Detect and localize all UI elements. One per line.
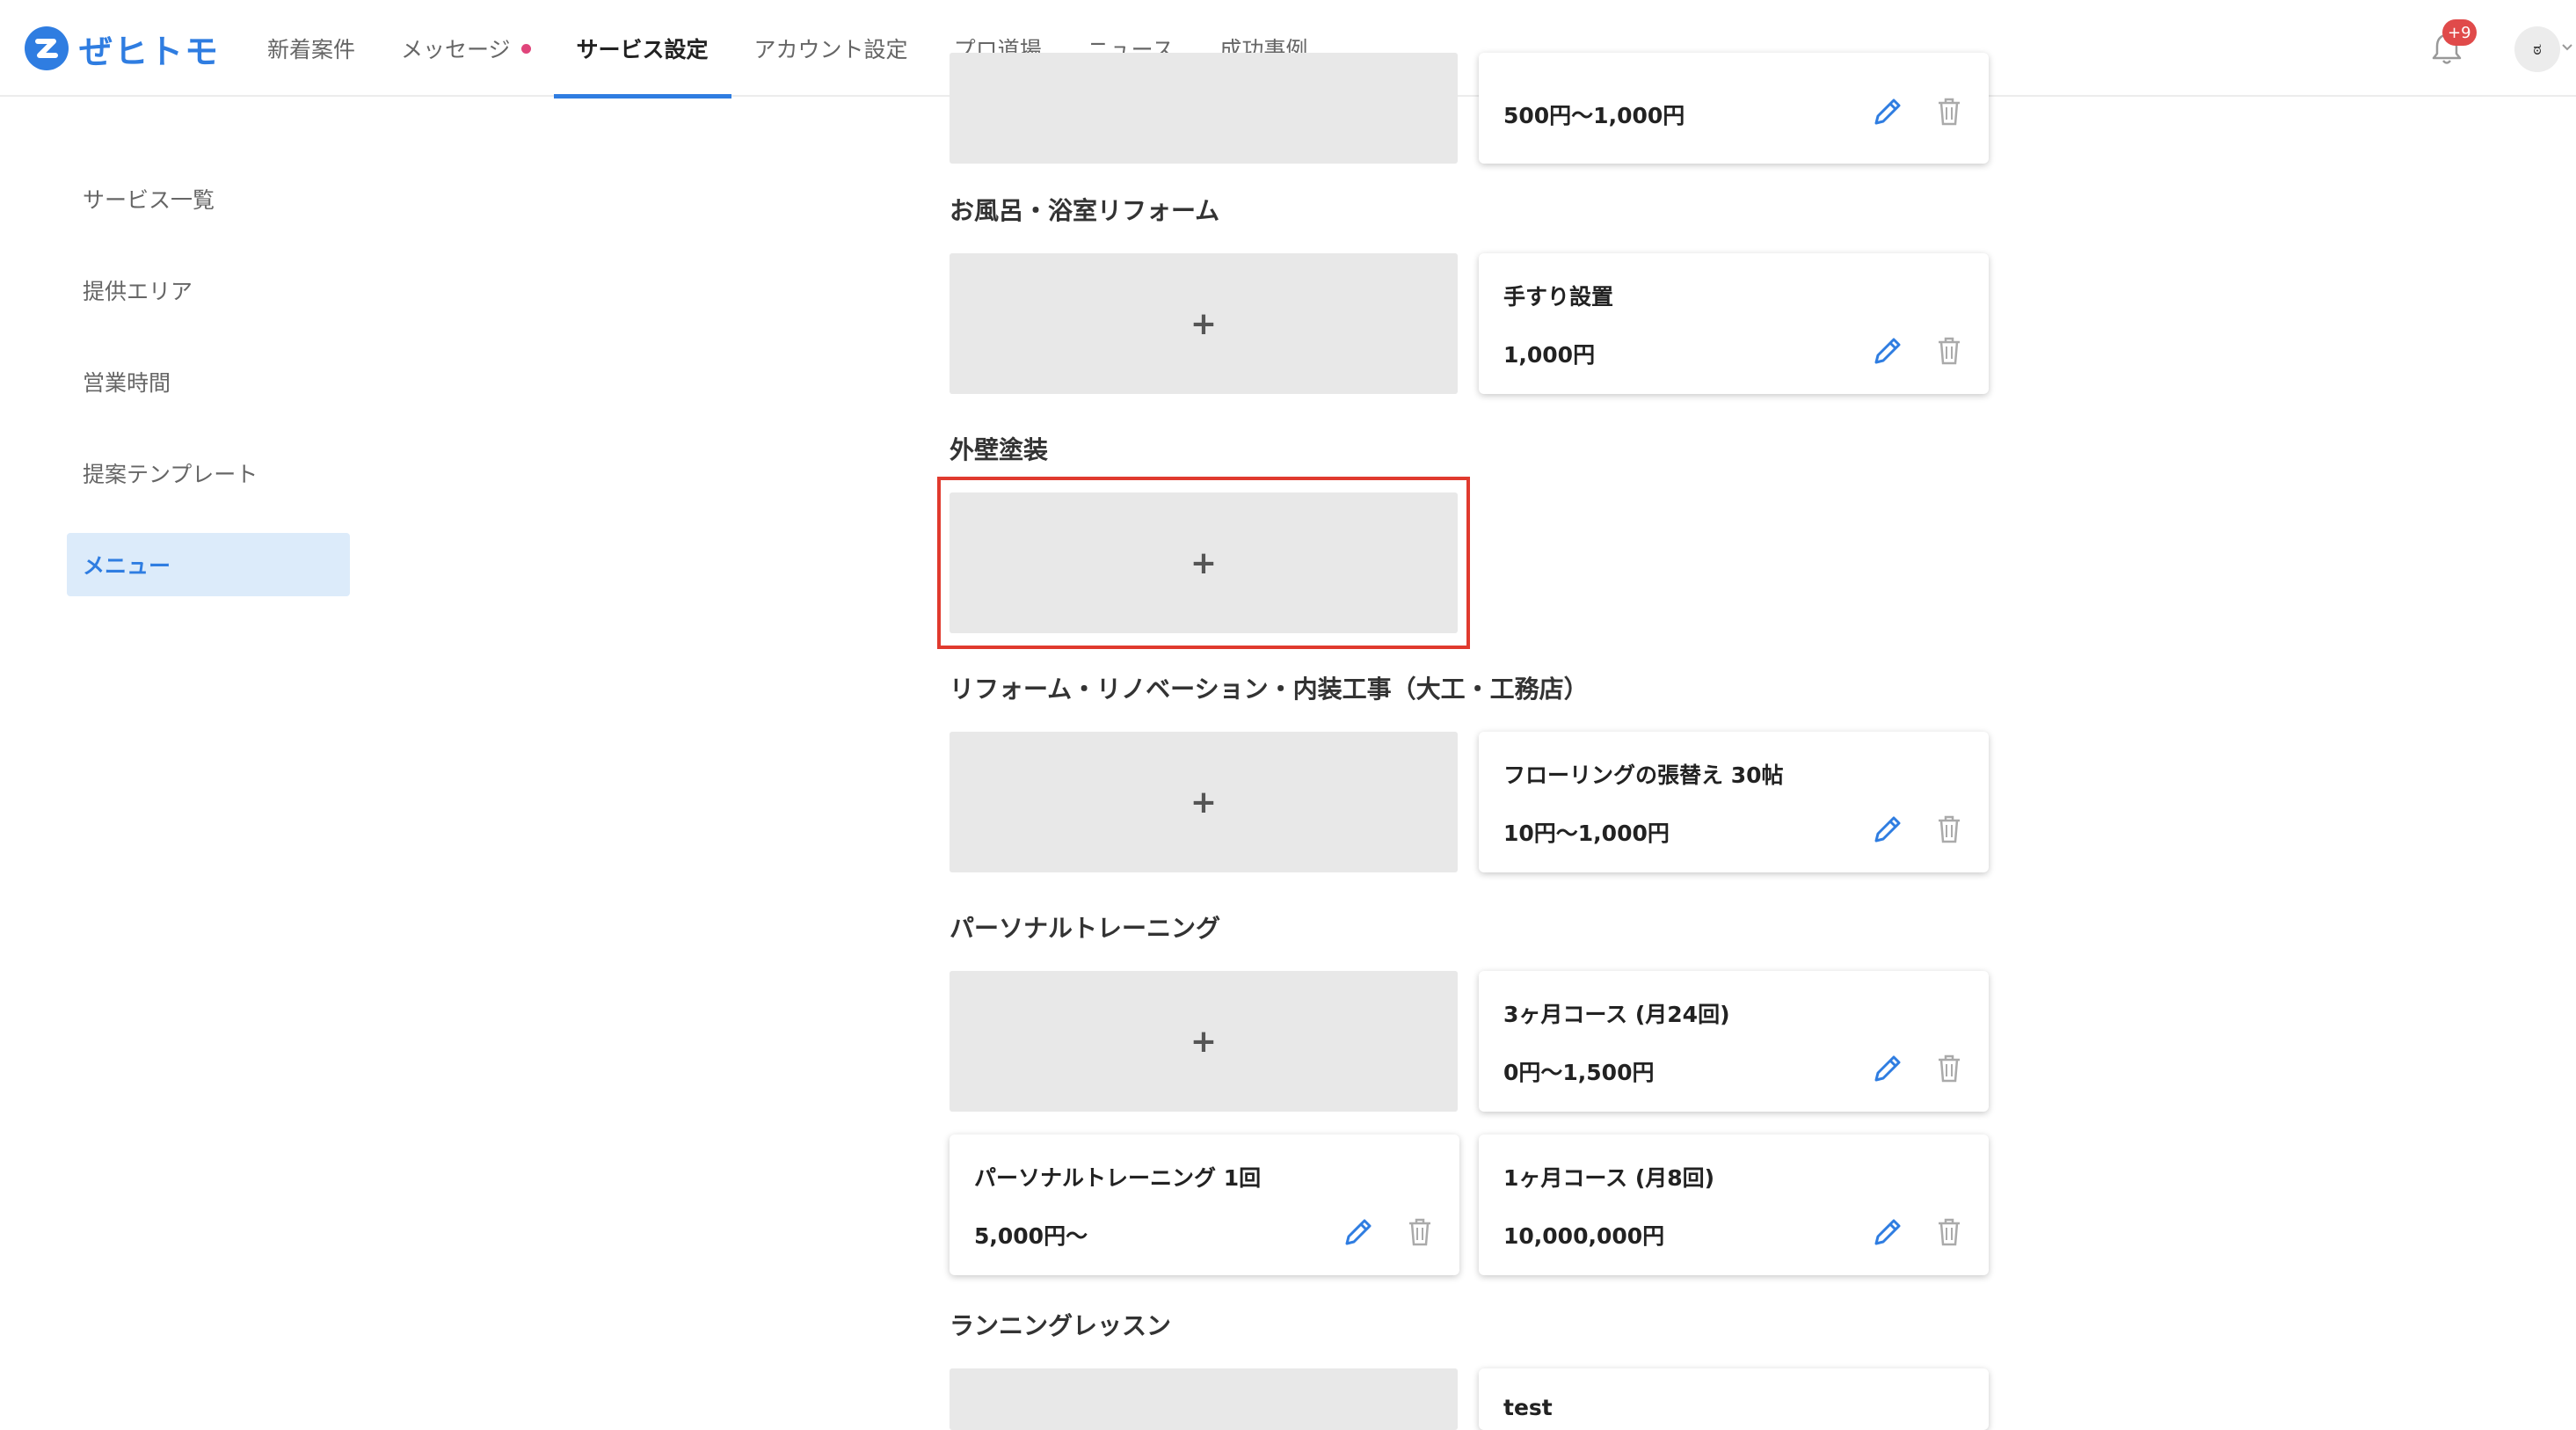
sidebar-item-proposal-templates[interactable]: 提案テンプレート	[67, 441, 350, 505]
section-title: お風呂・浴室リフォーム	[950, 196, 1220, 225]
chevron-down-icon[interactable]	[2560, 40, 2574, 55]
plus-icon: +	[1190, 784, 1218, 821]
pencil-icon[interactable]	[1871, 95, 1904, 128]
menu-price: 10,000,000円	[1503, 1223, 1665, 1249]
section-title: 外壁塗装	[950, 435, 1049, 464]
trash-icon[interactable]	[1934, 1215, 1964, 1249]
logo-icon	[25, 26, 69, 70]
pencil-icon[interactable]	[1871, 1215, 1904, 1249]
menu-title: 1ヶ月コース (月8回)	[1503, 1165, 1715, 1191]
menu-card: 500円〜1,000円	[1479, 53, 1989, 164]
nav-label: 新着案件	[267, 37, 356, 62]
pencil-icon[interactable]	[1342, 1215, 1375, 1249]
sidebar-item-menu[interactable]: メニュー	[67, 533, 350, 596]
plus-icon: +	[1190, 544, 1218, 581]
add-menu-tile[interactable]: +	[950, 971, 1458, 1112]
plus-icon: +	[1190, 305, 1218, 342]
pencil-icon[interactable]	[1871, 1052, 1904, 1085]
menu-title: 3ヶ月コース (月24回)	[1503, 1002, 1730, 1027]
add-menu-tile[interactable]: +	[950, 732, 1458, 872]
menu-title: test	[1503, 1395, 1553, 1420]
nav-label: アカウント設定	[753, 37, 908, 62]
pencil-icon[interactable]	[1871, 334, 1904, 368]
menu-title: 手すり設置	[1503, 284, 1614, 310]
section-title: リフォーム・リノベーション・内装工事（大工・工務店）	[950, 675, 1589, 704]
nav-item-account-settings[interactable]: アカウント設定	[731, 0, 931, 97]
add-menu-tile[interactable]: +	[950, 492, 1458, 633]
trash-icon[interactable]	[1934, 334, 1964, 368]
nav-item-service-settings[interactable]: サービス設定	[553, 0, 731, 98]
nav-label: メッセージ	[401, 37, 511, 62]
nav-label: サービス設定	[576, 37, 709, 62]
menu-price: 5,000円〜	[974, 1223, 1088, 1249]
trash-icon[interactable]	[1934, 95, 1964, 128]
menu-card: 1ヶ月コース (月8回) 10,000,000円	[1479, 1135, 1989, 1275]
menu-card: 手すり設置 1,000円	[1479, 253, 1989, 394]
menu-price: 500円〜1,000円	[1503, 103, 1685, 128]
menu-card: パーソナルトレーニング 1回 5,000円〜	[950, 1135, 1459, 1275]
trash-icon[interactable]	[1934, 813, 1964, 846]
menu-price: 10円〜1,000円	[1503, 821, 1670, 846]
sidebar-item-label: 提供エリア	[83, 279, 193, 304]
section-title: パーソナルトレーニング	[950, 914, 1221, 943]
sidebar-item-service-list[interactable]: サービス一覧	[67, 167, 350, 230]
trash-icon[interactable]	[1934, 1052, 1964, 1085]
sidebar-item-business-hours[interactable]: 営業時間	[67, 350, 350, 413]
menu-card: フローリングの張替え 30帖 10円〜1,000円	[1479, 732, 1989, 872]
menu-title: フローリングの張替え 30帖	[1503, 762, 1784, 788]
section-title: ランニングレッスン	[950, 1311, 1172, 1340]
sidebar-item-label: 提案テンプレート	[83, 462, 258, 487]
menu-price: 1,000円	[1503, 342, 1596, 368]
unread-dot	[520, 43, 531, 54]
sidebar: サービス一覧 提供エリア 営業時間 提案テンプレート メニュー	[67, 167, 350, 624]
menu-card: test	[1479, 1368, 1989, 1430]
sidebar-item-label: サービス一覧	[83, 187, 215, 213]
trash-icon[interactable]	[1405, 1215, 1435, 1249]
sidebar-item-label: メニュー	[83, 553, 171, 579]
logo[interactable]: ぜヒトモ	[25, 18, 220, 79]
menu-price: 0円〜1,500円	[1503, 1060, 1655, 1085]
add-menu-tile[interactable]: +	[950, 253, 1458, 394]
menu-title: パーソナルトレーニング 1回	[974, 1165, 1262, 1191]
nav-item-messages[interactable]: メッセージ	[378, 0, 554, 97]
notification-badge: +9	[2442, 19, 2477, 46]
avatar[interactable]: ಠ	[2514, 26, 2560, 72]
sidebar-item-label: 営業時間	[83, 370, 171, 396]
sidebar-item-service-area[interactable]: 提供エリア	[67, 259, 350, 322]
pencil-icon[interactable]	[1871, 813, 1904, 846]
menu-card: 3ヶ月コース (月24回) 0円〜1,500円	[1479, 971, 1989, 1112]
nav-item-new-jobs[interactable]: 新着案件	[244, 0, 378, 97]
add-menu-tile[interactable]	[950, 1368, 1458, 1430]
plus-icon: +	[1190, 1023, 1218, 1060]
logo-text: ぜヒトモ	[79, 32, 221, 71]
add-menu-tile[interactable]	[950, 53, 1458, 164]
